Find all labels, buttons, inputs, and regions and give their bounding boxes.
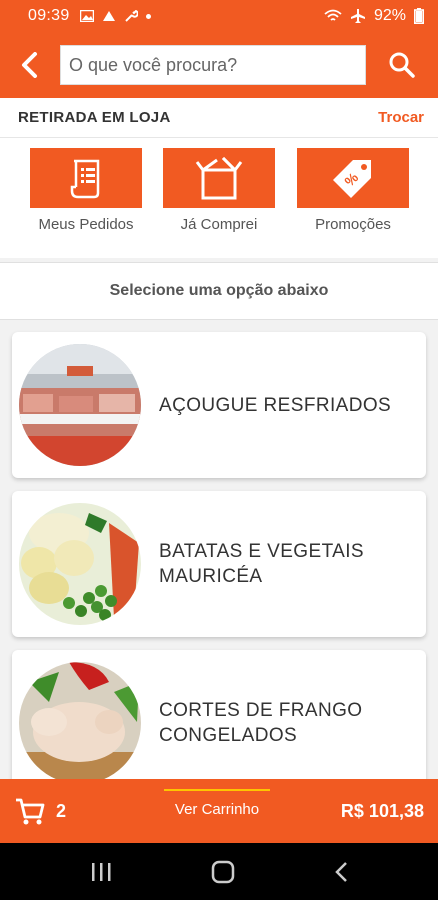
pickup-label: RETIRADA EM LOJA (18, 109, 171, 126)
quick-actions: Meus Pedidos Já Comprei % Promoções (0, 138, 438, 258)
promotions-button[interactable]: % Promoções (297, 148, 409, 233)
already-bought-label: Já Comprei (180, 216, 258, 233)
battery-icon (414, 8, 424, 24)
notification-icon (102, 11, 115, 21)
wrench-icon (124, 10, 138, 22)
category-card[interactable]: BATATAS E VEGETAIS MAURICÉA (12, 491, 426, 637)
my-orders-button[interactable]: Meus Pedidos (30, 148, 142, 233)
gallery-icon (79, 10, 94, 22)
status-bar: 09:39 92% (0, 0, 438, 32)
dot-icon (145, 13, 151, 19)
already-bought-button[interactable]: Já Comprei (163, 148, 275, 233)
search-button[interactable] (366, 32, 438, 98)
home-icon[interactable] (211, 860, 235, 884)
back-button[interactable] (0, 32, 60, 98)
cart-icon (16, 798, 45, 825)
status-time: 09:39 (28, 7, 70, 24)
store-bar: RETIRADA EM LOJA Trocar (0, 98, 438, 138)
recents-icon[interactable] (90, 862, 112, 882)
category-subtitle: MAURICÉA (159, 566, 263, 587)
category-card[interactable]: AÇOUGUE RESFRIADOS (12, 332, 426, 478)
category-title: BATATAS E VEGETAIS (159, 541, 364, 562)
cart-count: 2 (56, 800, 67, 821)
receipt-icon (70, 159, 100, 199)
chevron-left-icon (22, 52, 37, 78)
select-hint: Selecione uma opção abaixo (0, 262, 438, 320)
category-card[interactable]: CORTES DE FRANGO CONGELADOS (12, 650, 426, 780)
search-box[interactable] (60, 45, 366, 85)
my-orders-label: Meus Pedidos (38, 216, 134, 233)
view-cart-button[interactable]: Ver Carrinho (164, 789, 270, 818)
category-image (19, 344, 141, 466)
search-input[interactable] (69, 54, 365, 76)
category-subtitle: CONGELADOS (159, 725, 298, 746)
battery-percent: 92% (373, 7, 406, 24)
tag-percent-icon: % (333, 160, 371, 198)
box-icon (195, 156, 243, 200)
change-store-link[interactable]: Trocar (378, 109, 424, 126)
category-title: AÇOUGUE RESFRIADOS (159, 394, 392, 416)
system-back-icon[interactable] (334, 861, 348, 883)
category-image (19, 503, 141, 625)
app-header (0, 32, 438, 98)
category-image (19, 662, 141, 780)
cart-bar[interactable]: 2 Ver Carrinho R$ 101,38 (0, 779, 438, 843)
wifi-icon (324, 9, 342, 21)
category-list: AÇOUGUE RESFRIADOS BATATAS E VEGETAIS MA… (0, 320, 438, 780)
view-cart-indicator (164, 789, 270, 791)
cart-total: R$ 101,38 (340, 800, 424, 821)
promotions-label: Promoções (315, 216, 391, 233)
category-title: CORTES DE FRANGO (159, 700, 363, 721)
airplane-icon (350, 9, 365, 23)
view-cart-label: Ver Carrinho (174, 801, 260, 818)
search-icon (389, 52, 415, 78)
system-nav-bar (0, 843, 438, 900)
